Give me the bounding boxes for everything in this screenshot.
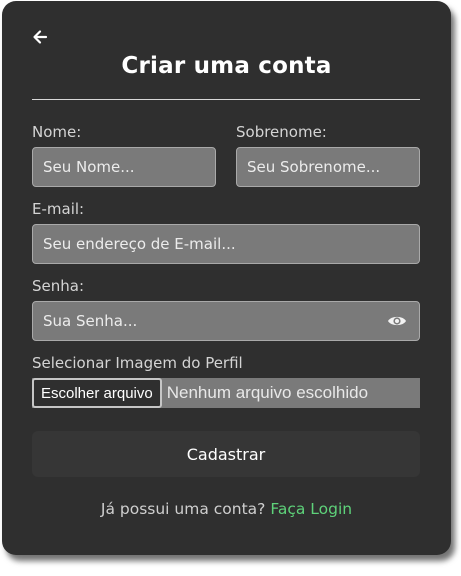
signup-card: Criar uma conta Nome: Seu Nome... Sobren… — [2, 1, 451, 555]
login-prompt-text: Já possui uma conta? — [100, 500, 266, 518]
arrow-left-icon[interactable] — [31, 28, 49, 46]
last-name-label: Sobrenome: — [236, 123, 327, 141]
title-divider — [32, 99, 420, 100]
password-field[interactable]: Sua Senha... — [32, 301, 420, 341]
first-name-placeholder: Seu Nome... — [43, 158, 135, 176]
login-link[interactable]: Faça Login — [270, 500, 352, 518]
email-field[interactable]: Seu endereço de E-mail... — [32, 224, 420, 264]
last-name-placeholder: Seu Sobrenome... — [247, 158, 381, 176]
file-status-text: Nenhum arquivo escolhido — [166, 383, 369, 402]
first-name-field[interactable]: Seu Nome... — [32, 147, 216, 187]
eye-icon[interactable] — [387, 314, 407, 328]
register-button[interactable]: Cadastrar — [32, 431, 420, 477]
password-label: Senha: — [32, 277, 85, 295]
first-name-label: Nome: — [32, 123, 82, 141]
email-placeholder: Seu endereço de E-mail... — [43, 235, 236, 253]
choose-file-button[interactable]: Escolher arquivo — [32, 378, 162, 408]
password-placeholder: Sua Senha... — [43, 312, 138, 330]
last-name-field[interactable]: Seu Sobrenome... — [236, 147, 420, 187]
login-prompt: Já possui uma conta? Faça Login — [2, 500, 451, 518]
profile-image-label: Selecionar Imagem do Perfil — [32, 354, 243, 372]
page-title: Criar uma conta — [121, 53, 332, 79]
email-label: E-mail: — [32, 200, 85, 218]
profile-image-file-input[interactable]: Escolher arquivo Nenhum arquivo escolhid… — [32, 378, 420, 408]
